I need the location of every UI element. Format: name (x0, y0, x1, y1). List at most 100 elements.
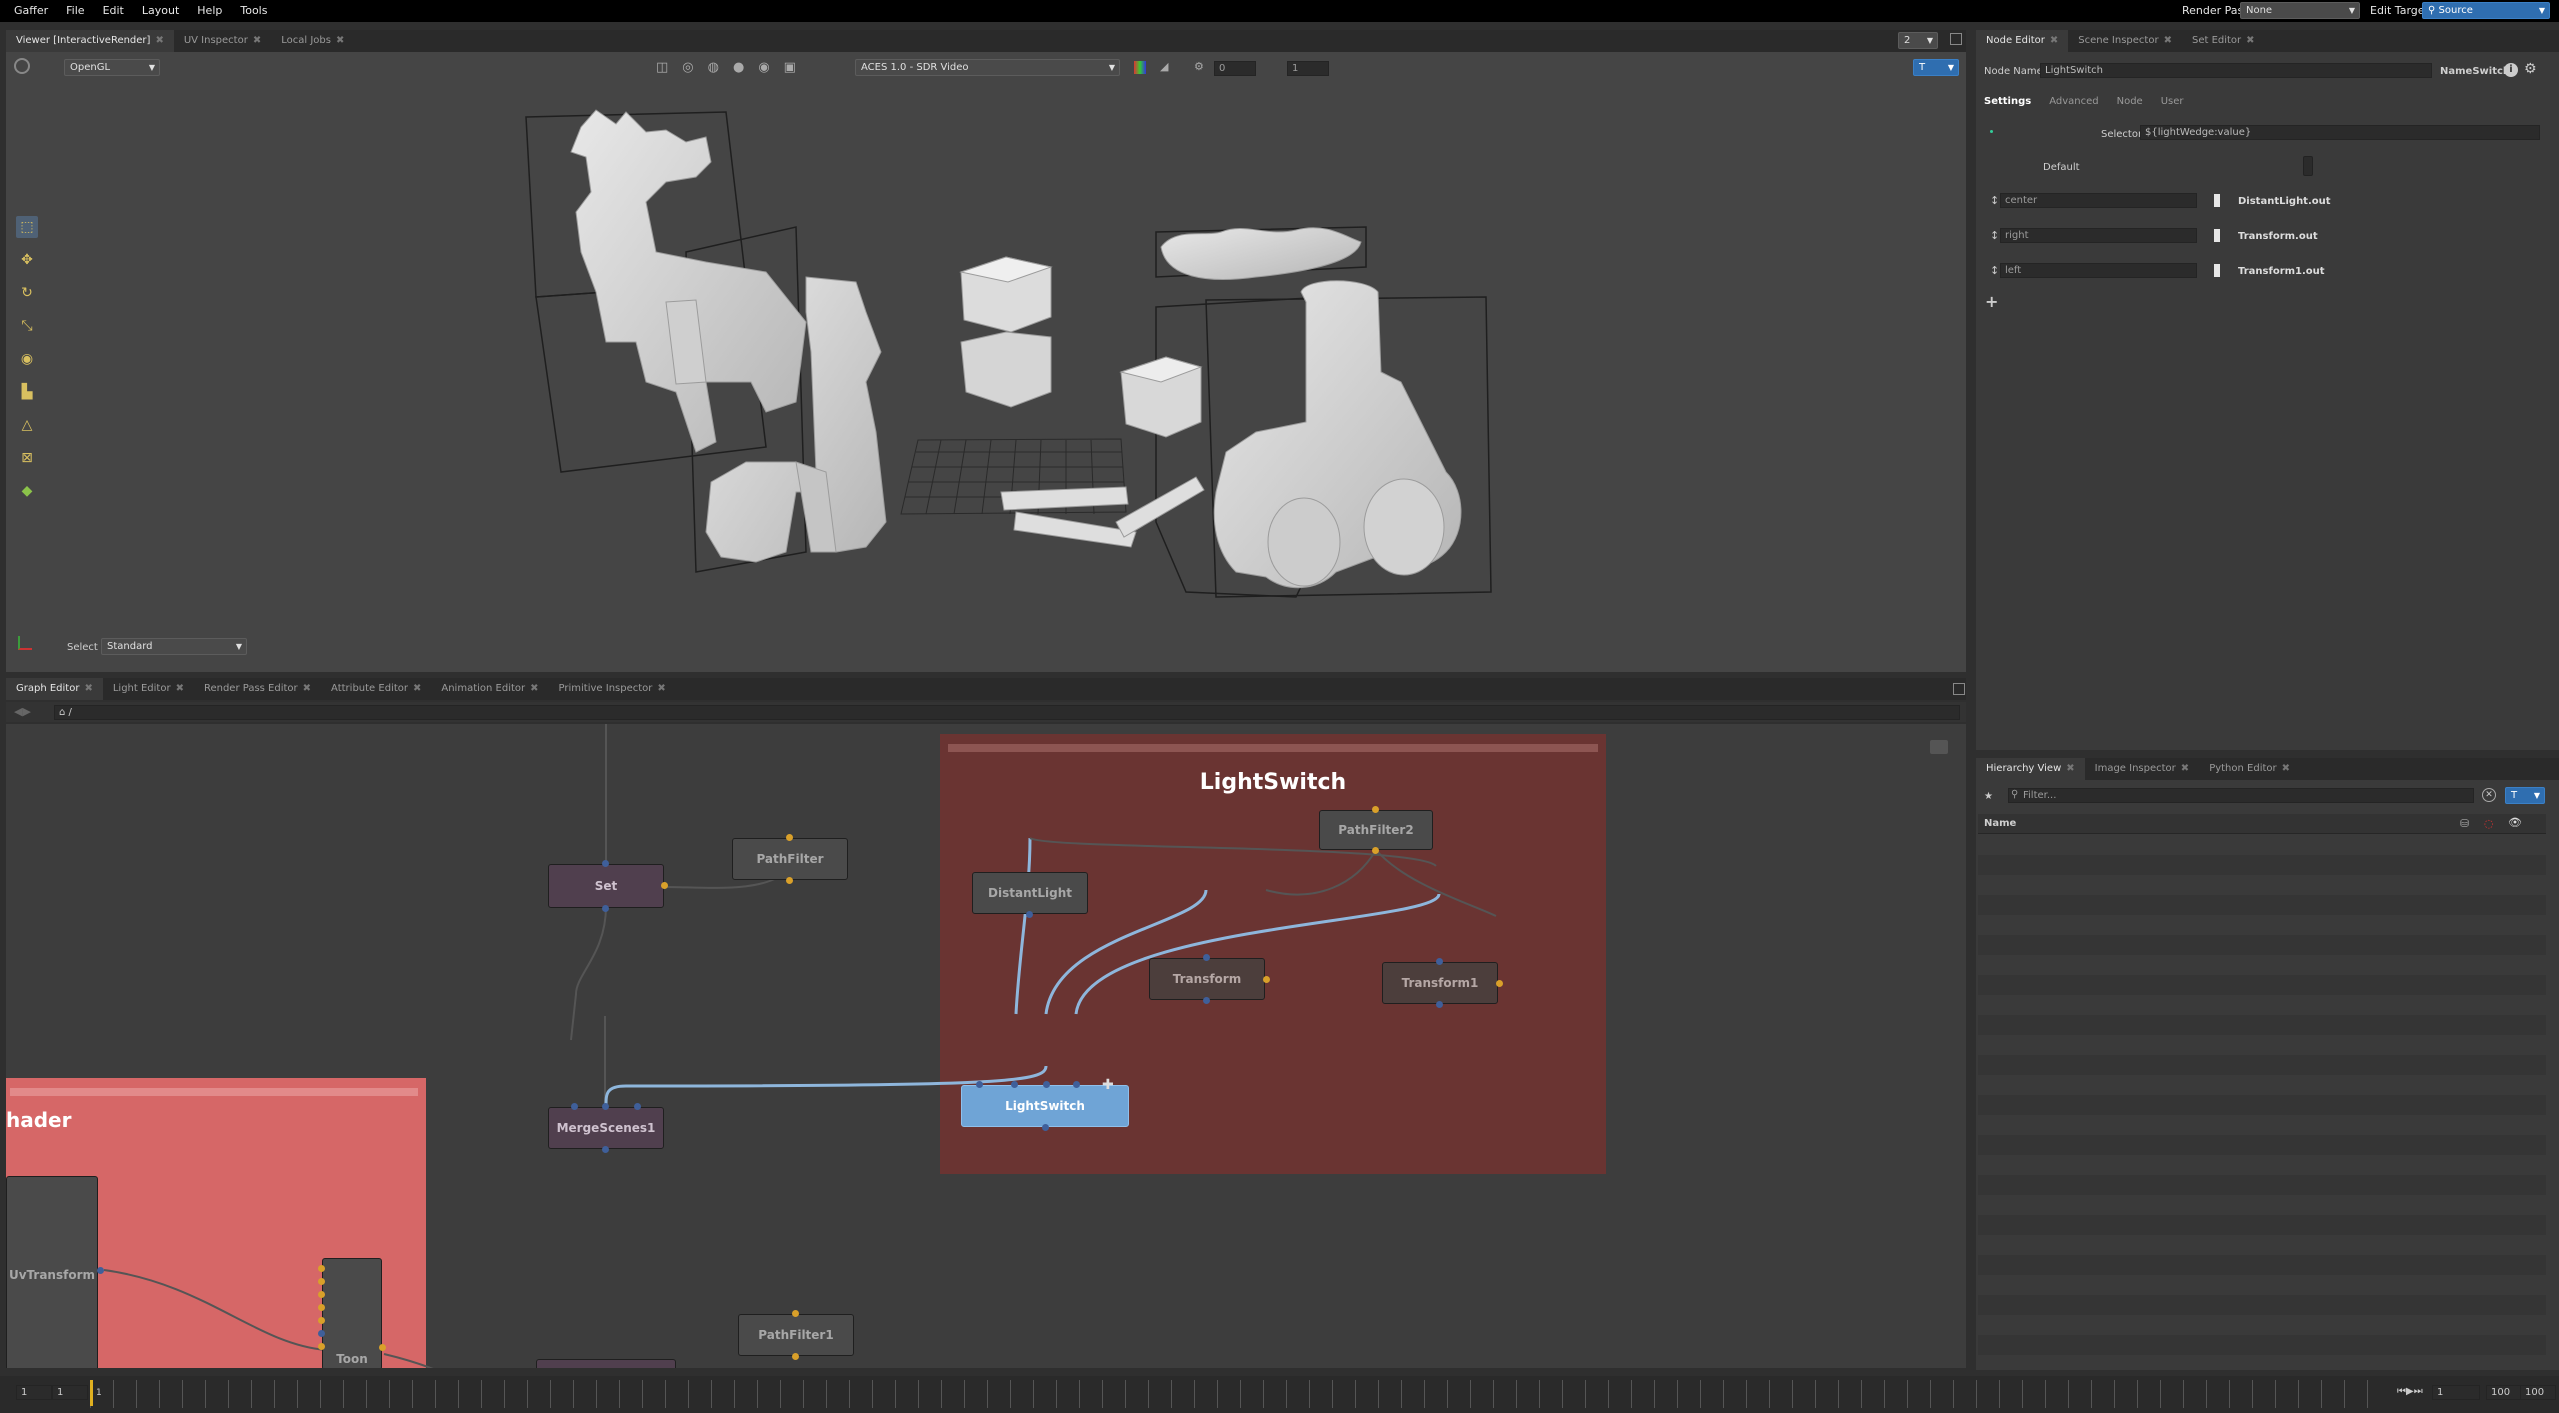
crop-tool-icon[interactable]: △ (16, 414, 38, 436)
row-enabled-toggle[interactable] (2214, 229, 2220, 242)
close-icon[interactable]: ✖ (2164, 35, 2172, 46)
camera-tool-icon[interactable]: ◉ (16, 348, 38, 370)
close-icon[interactable]: ✖ (2181, 763, 2189, 774)
layout-dropdown[interactable]: 2 ▼ (1898, 32, 1938, 49)
menu-edit[interactable]: Edit (94, 0, 133, 22)
tab-set-editor[interactable]: Set Editor ✖ (2182, 30, 2265, 52)
node-plug[interactable] (1042, 1124, 1049, 1131)
node-pathfilter2[interactable]: PathFilter2 (1319, 810, 1433, 850)
subtab-advanced[interactable]: Advanced (2049, 96, 2098, 107)
node-name-field[interactable]: LightSwitch (2040, 63, 2432, 78)
drag-handle-icon[interactable]: ↕ (1990, 194, 1999, 207)
close-icon[interactable]: ✖ (657, 683, 665, 694)
record-icon[interactable] (14, 58, 30, 74)
timeline-end-inner-field[interactable]: 100 (2486, 1385, 2522, 1400)
node-plug[interactable] (786, 834, 793, 841)
node-partial[interactable] (536, 1359, 676, 1368)
node-plug[interactable] (379, 1344, 386, 1351)
row-name-field[interactable]: left (2000, 263, 2197, 278)
translate-tool-icon[interactable]: ✥ (16, 249, 38, 271)
camera-dropdown[interactable]: T ▼ (1913, 59, 1959, 76)
node-plug[interactable] (1026, 911, 1033, 918)
node-distantlight[interactable]: DistantLight (972, 872, 1088, 914)
node-plug[interactable] (97, 1267, 104, 1274)
back-forward-icon[interactable]: ◀▶ (14, 705, 31, 718)
tab-node-editor[interactable]: Node Editor ✖ (1976, 30, 2069, 52)
node-plug[interactable] (1372, 847, 1379, 854)
tab-attribute-editor[interactable]: Attribute Editor ✖ (321, 678, 431, 700)
tab-light-editor[interactable]: Light Editor ✖ (103, 678, 194, 700)
tab-image-inspector[interactable]: Image Inspector ✖ (2085, 758, 2200, 780)
tab-animation-editor[interactable]: Animation Editor ✖ (431, 678, 548, 700)
channels-icon[interactable] (1134, 61, 1146, 74)
default-plug[interactable] (2303, 156, 2313, 176)
timeline-slider[interactable] (90, 1380, 2390, 1408)
selector-field[interactable]: ${lightWedge:value} (2140, 125, 2540, 140)
close-icon[interactable]: ✖ (413, 683, 421, 694)
node-set[interactable]: Set (548, 864, 664, 908)
tab-hierarchy-view[interactable]: Hierarchy View ✖ (1976, 758, 2085, 780)
node-plug[interactable] (602, 1103, 609, 1110)
visibility-off-icon[interactable]: ◌ (2484, 817, 2494, 830)
node-pathfilter1[interactable]: PathFilter1 (738, 1314, 854, 1356)
hierarchy-tree[interactable] (1978, 835, 2546, 1365)
node-plug[interactable] (318, 1343, 325, 1350)
light-tool-icon[interactable]: ▙ (16, 381, 38, 403)
node-plug[interactable] (792, 1310, 799, 1317)
node-plug[interactable] (1073, 1081, 1080, 1088)
close-icon[interactable]: ✖ (176, 683, 184, 694)
tab-scene-inspector[interactable]: Scene Inspector ✖ (2068, 30, 2182, 52)
node-plug[interactable] (792, 1353, 799, 1360)
select-mode-dropdown[interactable]: Standard ▼ (101, 638, 247, 655)
node-plug[interactable] (786, 877, 793, 884)
drag-handle-icon[interactable]: ↕ (1990, 229, 1999, 242)
node-plug[interactable] (318, 1291, 325, 1298)
close-icon[interactable]: ✖ (2050, 35, 2058, 46)
tab-local-jobs[interactable]: Local Jobs ✖ (271, 30, 354, 52)
drag-handle-icon[interactable]: ↕ (1990, 264, 1999, 277)
display-transform-dropdown[interactable]: ACES 1.0 - SDR Video ▼ (855, 59, 1120, 76)
node-plug[interactable] (1436, 1001, 1443, 1008)
tab-graph-editor[interactable]: Graph Editor ✖ (6, 678, 103, 700)
close-icon[interactable]: ✖ (303, 683, 311, 694)
menu-tools[interactable]: Tools (231, 0, 276, 22)
node-plug[interactable] (318, 1317, 325, 1324)
close-icon[interactable]: ✖ (530, 683, 538, 694)
row-enabled-toggle[interactable] (2214, 194, 2220, 207)
add-row-icon[interactable]: + (1985, 292, 1998, 311)
scale-tool-icon[interactable]: ⤡ (16, 315, 38, 337)
node-plug[interactable] (1011, 1081, 1018, 1088)
row-name-field[interactable]: center (2000, 193, 2197, 208)
star-icon[interactable]: ★ (1984, 791, 1993, 802)
renderer-dropdown[interactable]: OpenGL ▼ (64, 59, 160, 76)
close-icon[interactable]: ✖ (336, 35, 344, 46)
exposure-field[interactable]: 0 (1214, 61, 1256, 76)
node-plug[interactable] (1496, 980, 1503, 987)
menu-layout[interactable]: Layout (133, 0, 188, 22)
tab-primitive-inspector[interactable]: Primitive Inspector ✖ (549, 678, 676, 700)
node-plug[interactable] (634, 1103, 641, 1110)
node-plug[interactable] (1372, 806, 1379, 813)
timeline-start-field[interactable]: 1 (16, 1385, 52, 1400)
column-name-label[interactable]: Name (1984, 818, 2016, 829)
node-plug[interactable] (571, 1103, 578, 1110)
row-name-field[interactable]: right (2000, 228, 2197, 243)
node-plug[interactable] (1203, 954, 1210, 961)
graph-path-field[interactable]: ⌂ / (54, 705, 1960, 720)
subtab-user[interactable]: User (2161, 96, 2184, 107)
panel-layout-icon[interactable] (1950, 33, 1962, 45)
tab-render-pass-editor[interactable]: Render Pass Editor ✖ (194, 678, 321, 700)
node-plug[interactable] (661, 882, 668, 889)
node-plug[interactable] (1263, 976, 1270, 983)
node-toon[interactable]: Toon (322, 1258, 382, 1368)
timeline-frame-field[interactable]: 1 (2432, 1385, 2480, 1400)
node-plug[interactable] (602, 860, 609, 867)
eye-icon[interactable]: 👁 (2508, 816, 2522, 829)
timeline-current-start-field[interactable]: 1 (52, 1385, 88, 1400)
add-input-icon[interactable]: ✚ (1102, 1077, 1114, 1093)
rotate-tool-icon[interactable]: ↻ (16, 282, 38, 304)
set-membership-icon[interactable]: ⛁ (2460, 817, 2469, 830)
tab-viewer[interactable]: Viewer [InteractiveRender] ✖ (6, 30, 174, 52)
graph-canvas[interactable]: LightSwitch hader PathFilter2 DistantLig… (6, 724, 1966, 1368)
edit-target-dropdown[interactable]: ⚲ Source ▼ (2422, 2, 2550, 19)
